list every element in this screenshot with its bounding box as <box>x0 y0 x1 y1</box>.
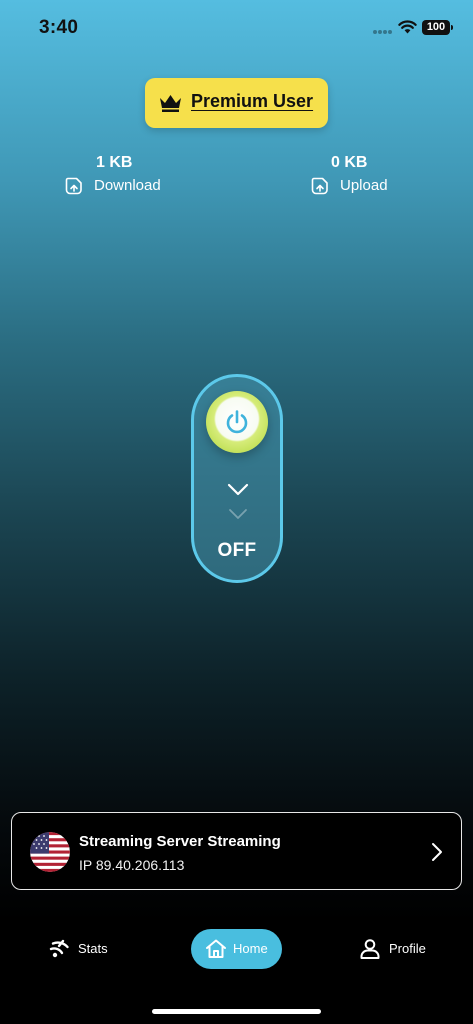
server-selector[interactable]: Streaming Server Streaming IP 89.40.206.… <box>11 812 462 890</box>
download-stat: 1 KB Download <box>54 150 194 200</box>
upload-value: 0 KB <box>331 154 368 171</box>
nav-label-stats: Stats <box>78 941 108 956</box>
bottom-nav: Stats Home Profile <box>0 920 473 980</box>
upload-stat: 0 KB Upload <box>300 150 440 200</box>
status-time: 3:40 <box>39 17 79 38</box>
status-bar: 3:40 100 <box>0 0 473 56</box>
nav-label-home: Home <box>233 941 268 956</box>
upload-icon <box>311 177 328 195</box>
profile-icon <box>360 939 380 959</box>
battery-icon: 100 <box>422 20 450 35</box>
chevron-down-icon <box>227 483 249 496</box>
wifi-icon <box>398 20 417 34</box>
connection-state: OFF <box>217 540 257 561</box>
battery-tip <box>451 25 453 30</box>
premium-user-button[interactable]: Premium User <box>145 78 328 128</box>
nav-label-profile: Profile <box>389 941 426 956</box>
nav-item-profile[interactable]: Profile <box>358 929 438 969</box>
power-button[interactable] <box>206 391 268 453</box>
chevron-right-icon <box>432 843 442 861</box>
power-icon <box>226 410 248 434</box>
home-icon <box>206 939 226 958</box>
nav-item-home[interactable]: Home <box>191 929 282 969</box>
server-ip: IP 89.40.206.113 <box>79 857 185 873</box>
server-name: Streaming Server Streaming <box>79 833 281 850</box>
download-label: Download <box>94 177 161 194</box>
connect-toggle[interactable]: OFF <box>191 374 283 583</box>
upload-label: Upload <box>340 177 388 194</box>
download-icon <box>65 177 82 195</box>
us-flag-icon <box>30 832 70 872</box>
nav-item-stats[interactable]: Stats <box>48 929 118 969</box>
home-indicator <box>152 1009 321 1014</box>
signal-dots-icon <box>373 30 393 34</box>
chevron-down-faint-icon <box>229 509 247 519</box>
download-value: 1 KB <box>96 154 133 171</box>
stats-icon <box>49 939 69 958</box>
crown-icon <box>160 95 181 112</box>
premium-label: Premium User <box>191 91 314 111</box>
